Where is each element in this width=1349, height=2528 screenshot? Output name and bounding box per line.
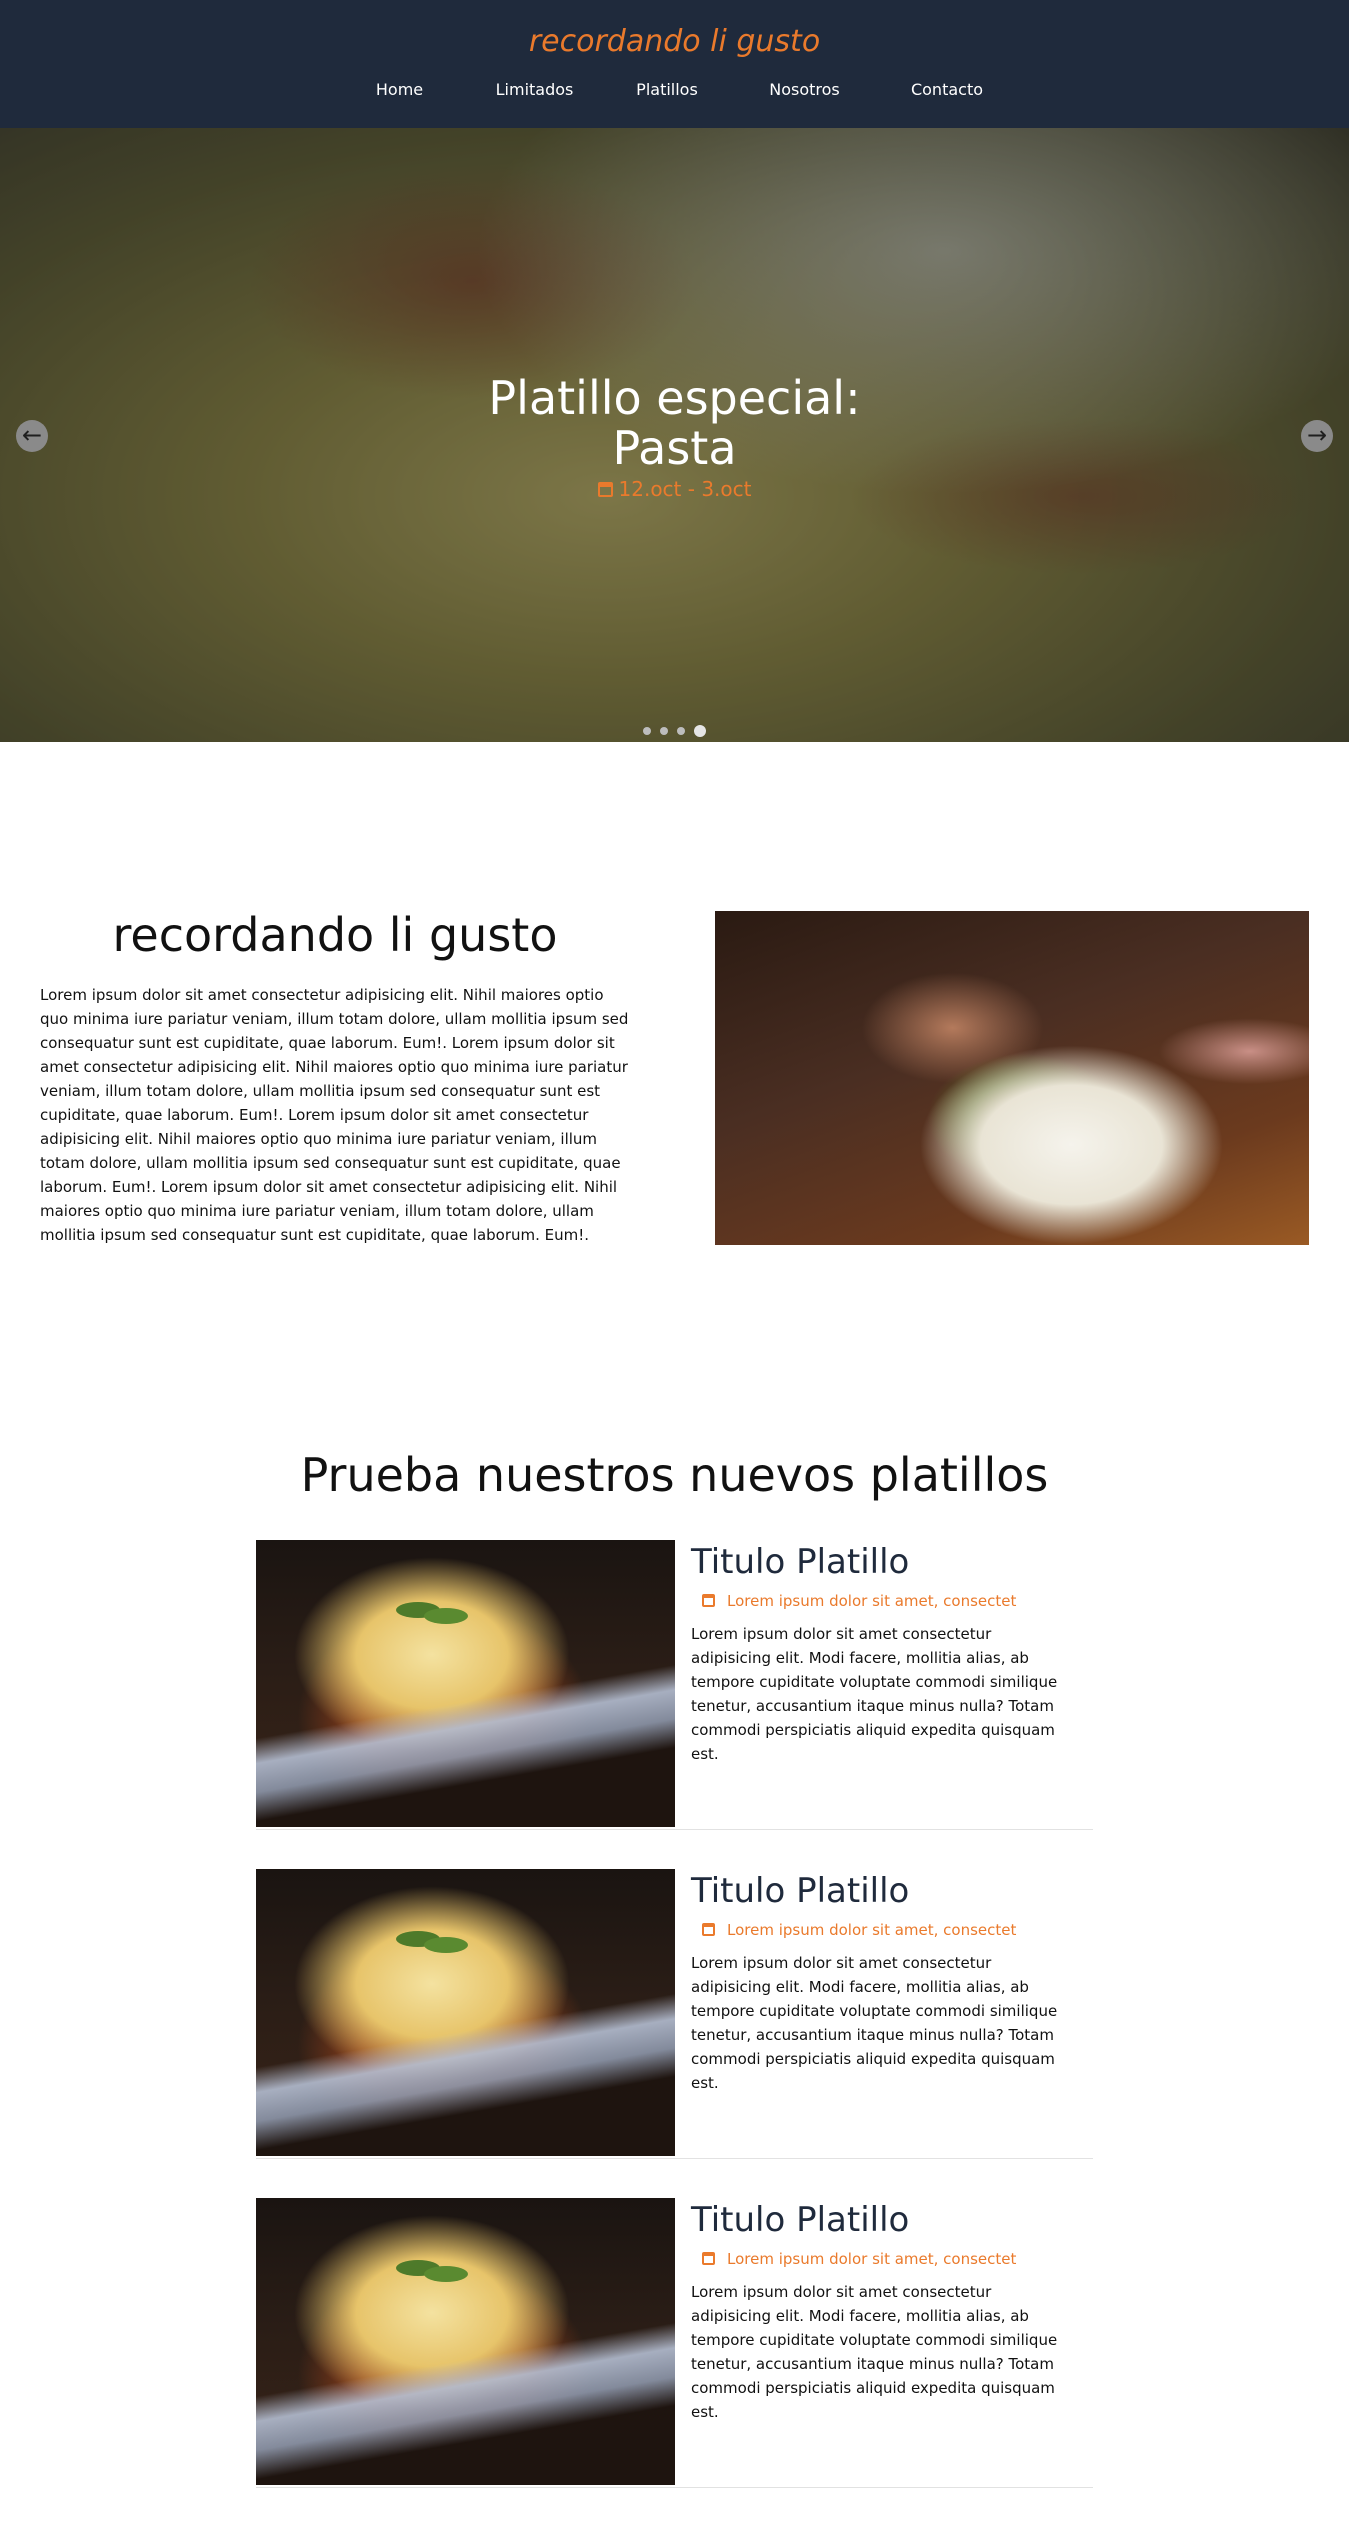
hero-title-line1: Platillo especial:	[488, 371, 861, 425]
hero-title: Platillo especial: Pasta	[0, 373, 1349, 473]
carousel-dot-2[interactable]	[659, 726, 668, 735]
carousel-indicators	[0, 720, 1349, 739]
dish-title: Titulo Platillo	[691, 2200, 910, 2240]
dish-card: Titulo Platillo Lorem ipsum dolor sit am…	[256, 1869, 1093, 2159]
dish-card: Titulo Platillo Lorem ipsum dolor sit am…	[256, 2198, 1093, 2488]
dish-image	[256, 1869, 675, 2156]
calendar-icon	[597, 482, 613, 497]
dish-meta: Lorem ipsum dolor sit amet, consectet	[702, 2250, 1016, 2268]
dish-description: Lorem ipsum dolor sit amet consectetur a…	[691, 2283, 1058, 2421]
carousel-next-button[interactable]: →	[1301, 420, 1333, 452]
hero-title-line2: Pasta	[612, 421, 737, 475]
site-header: recordando li gusto Home Limitados Plati…	[0, 0, 1349, 128]
nav-home[interactable]: Home	[340, 80, 460, 99]
dish-description: Lorem ipsum dolor sit amet consectetur a…	[691, 1625, 1058, 1763]
about-title: recordando li gusto	[112, 908, 558, 962]
dish-title: Titulo Platillo	[691, 1542, 910, 1582]
calendar-icon	[702, 2252, 715, 2265]
dish-title: Titulo Platillo	[691, 1871, 910, 1911]
dish-meta: Lorem ipsum dolor sit amet, consectet	[702, 1592, 1016, 1610]
dish-meta-text: Lorem ipsum dolor sit amet, consectet	[727, 1592, 1017, 1610]
nav-limitados[interactable]: Limitados	[460, 80, 610, 99]
calendar-icon	[702, 1594, 715, 1607]
about-text: Lorem ipsum dolor sit amet consectetur a…	[40, 986, 629, 1244]
dish-meta: Lorem ipsum dolor sit amet, consectet	[702, 1921, 1016, 1939]
carousel-prev-button[interactable]: ←	[16, 420, 48, 452]
hero-caption: Platillo especial: Pasta 12.oct - 3.oct	[0, 373, 1349, 501]
dish-image	[256, 2198, 675, 2485]
main-nav: Home Limitados Platillos Nosotros Contac…	[0, 80, 1349, 99]
dish-description: Lorem ipsum dolor sit amet consectetur a…	[691, 1954, 1058, 2092]
dish-image	[256, 1540, 675, 1827]
about-image	[715, 911, 1309, 1245]
nav-platillos[interactable]: Platillos	[610, 80, 725, 99]
dish-meta-text: Lorem ipsum dolor sit amet, consectet	[727, 2250, 1017, 2268]
nav-nosotros[interactable]: Nosotros	[725, 80, 885, 99]
carousel-dot-4[interactable]	[694, 724, 707, 737]
hero-carousel: ← → Platillo especial: Pasta 12.oct - 3.…	[0, 128, 1349, 742]
calendar-icon	[702, 1923, 715, 1936]
dishes-title: Prueba nuestros nuevos platillos	[300, 1448, 1049, 1502]
carousel-dot-1[interactable]	[642, 726, 651, 735]
nav-contacto[interactable]: Contacto	[885, 80, 1010, 99]
hero-date: 12.oct - 3.oct	[0, 477, 1349, 501]
carousel-dot-3[interactable]	[677, 726, 686, 735]
brand-logo[interactable]: recordando li gusto	[0, 24, 1349, 59]
dish-meta-text: Lorem ipsum dolor sit amet, consectet	[727, 1921, 1017, 1939]
arrow-left-icon: ←	[21, 421, 43, 449]
arrow-right-icon: →	[1306, 421, 1328, 449]
dish-card: Titulo Platillo Lorem ipsum dolor sit am…	[256, 1540, 1093, 1830]
hero-date-text: 12.oct - 3.oct	[618, 477, 752, 501]
